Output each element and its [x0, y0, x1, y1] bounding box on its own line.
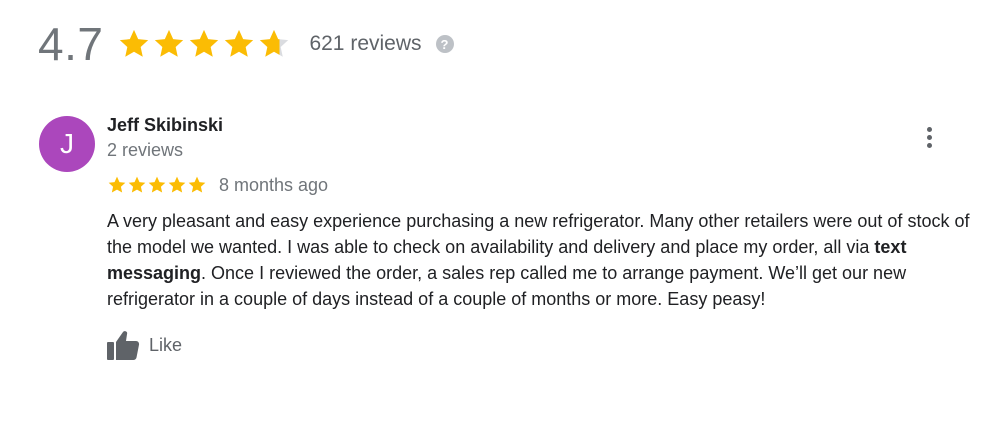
star-icon	[155, 29, 184, 57]
review-star-rating	[107, 175, 207, 195]
star-icon	[190, 29, 219, 57]
star-icon	[128, 176, 146, 193]
star-icon	[260, 29, 289, 57]
avatar[interactable]: J	[39, 116, 95, 172]
like-button[interactable]: Like	[106, 328, 182, 362]
star-icon	[108, 176, 126, 193]
review-date: 8 months ago	[219, 174, 329, 195]
more-vert-icon[interactable]	[916, 122, 942, 152]
star-icon	[168, 176, 186, 193]
review-rating-row: 8 months ago	[107, 172, 328, 198]
review-text-part-2: . Once I reviewed the order, a sales rep…	[107, 263, 907, 309]
question-circle-icon[interactable]: ?	[435, 35, 454, 53]
star-icon	[148, 176, 166, 193]
review-text-part-1: A very pleasant and easy experience purc…	[107, 211, 970, 257]
summary-star-rating	[117, 27, 291, 61]
average-rating: 4.7	[38, 18, 104, 70]
like-label: Like	[149, 334, 183, 355]
star-icon	[188, 176, 206, 193]
avatar-letter: J	[60, 128, 74, 159]
review-text: A very pleasant and easy experience purc…	[107, 208, 977, 312]
reviewer-name[interactable]: Jeff Skibinski	[107, 115, 223, 136]
more-dot	[926, 126, 932, 132]
rating-summary: 4.7 621 reviews ?	[38, 14, 454, 74]
thumbs-up-icon	[106, 329, 140, 361]
more-dot	[926, 134, 932, 140]
reviewer-review-count[interactable]: 2 reviews	[107, 140, 183, 161]
more-dot	[926, 142, 932, 148]
review-count[interactable]: 621 reviews	[309, 32, 421, 56]
star-icon	[225, 29, 254, 57]
star-icon	[120, 29, 149, 57]
